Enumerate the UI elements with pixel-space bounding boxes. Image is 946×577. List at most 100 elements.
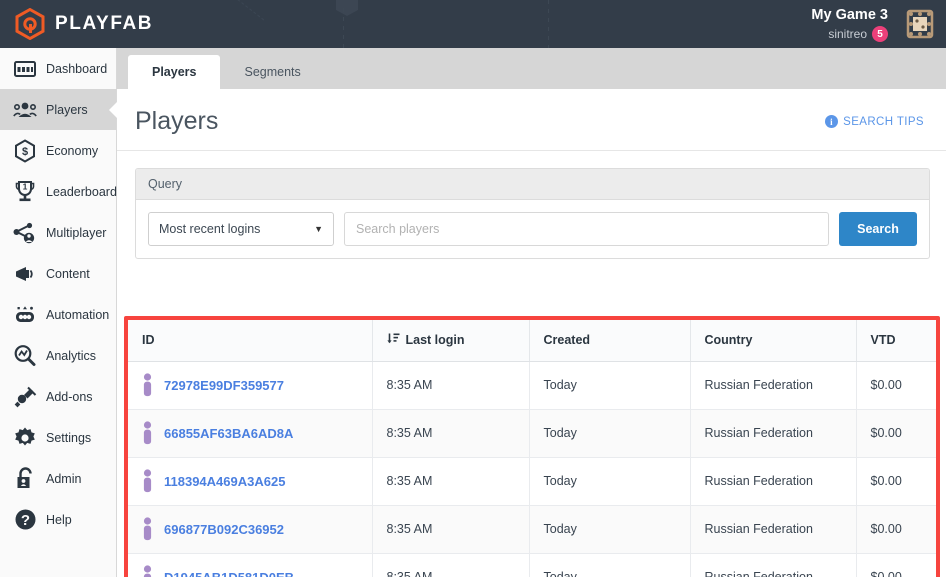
cell-created: Today bbox=[529, 505, 691, 554]
playfab-logo[interactable]: PLAYFAB bbox=[14, 7, 153, 41]
cell-id: 696877B092C36952 bbox=[128, 505, 373, 554]
analytics-icon bbox=[13, 344, 37, 368]
sidebar-label: Analytics bbox=[46, 348, 97, 363]
playfab-hexagon-icon bbox=[14, 7, 46, 41]
search-button[interactable]: Search bbox=[839, 212, 917, 246]
player-avatar-icon bbox=[142, 469, 153, 493]
page-header: Players i SEARCH TIPS bbox=[117, 89, 946, 151]
chevron-down-icon: ▼ bbox=[314, 224, 323, 234]
cell-country: Russian Federation bbox=[690, 457, 857, 506]
sidebar-label: Help bbox=[46, 512, 72, 527]
user-avatar-icon[interactable] bbox=[904, 9, 936, 39]
sidebar-item-settings[interactable]: Settings bbox=[0, 417, 116, 458]
addons-icon bbox=[13, 385, 37, 409]
sidebar-item-help[interactable]: ? Help bbox=[0, 499, 116, 540]
sidebar-item-addons[interactable]: Add-ons bbox=[0, 376, 116, 417]
players-table-body: 72978E99DF359577 8:35 AM Today Russian F… bbox=[128, 361, 936, 577]
cell-country: Russian Federation bbox=[690, 409, 857, 458]
cell-country: Russian Federation bbox=[690, 553, 857, 577]
cell-id: 66855AF63BA6AD8A bbox=[128, 409, 373, 458]
cell-id: 118394A469A3A625 bbox=[128, 457, 373, 506]
column-header-label: ID bbox=[142, 333, 155, 348]
notification-badge[interactable]: 5 bbox=[872, 26, 888, 42]
svg-text:?: ? bbox=[20, 512, 29, 529]
column-header-label: Country bbox=[704, 333, 753, 348]
table-row[interactable]: D1945AB1D581D0EB 8:35 AM Today Russian F… bbox=[128, 553, 936, 577]
search-input[interactable] bbox=[344, 212, 829, 246]
player-id-link[interactable]: 66855AF63BA6AD8A bbox=[164, 426, 293, 441]
column-header-vtd[interactable]: VTD bbox=[856, 320, 936, 362]
svg-text:1: 1 bbox=[23, 181, 28, 191]
sidebar-label: Leaderboards bbox=[46, 184, 124, 199]
playfab-app: PLAYFAB My Game 3 sinitreo 5 Dashboard P… bbox=[0, 0, 946, 577]
main-content: Players Segments Players i SEARCH TIPS Q… bbox=[117, 48, 946, 577]
sidebar-item-automation[interactable]: Automation bbox=[0, 294, 116, 335]
column-header-country[interactable]: Country bbox=[690, 320, 857, 362]
header-decoration-dashline-2 bbox=[548, 0, 549, 48]
column-header-last-login[interactable]: Last login bbox=[372, 320, 530, 362]
table-row[interactable]: 118394A469A3A625 8:35 AM Today Russian F… bbox=[128, 457, 936, 506]
sidebar-label: Multiplayer bbox=[46, 225, 107, 240]
players-table: ID Last login Created Country VTD 72978E… bbox=[128, 320, 936, 577]
header-decoration-hexagon bbox=[336, 0, 358, 16]
game-title: My Game 3 bbox=[811, 7, 888, 23]
player-avatar-icon bbox=[142, 565, 153, 577]
sidebar-item-leaderboards[interactable]: 1 Leaderboards bbox=[0, 171, 123, 212]
content-icon bbox=[13, 262, 37, 286]
info-icon: i bbox=[825, 115, 839, 128]
player-id-link[interactable]: D1945AB1D581D0EB bbox=[164, 570, 294, 577]
query-type-select[interactable]: Most recent logins ▼ bbox=[148, 212, 334, 246]
account-info[interactable]: My Game 3 sinitreo 5 bbox=[811, 6, 888, 42]
sidebar-label: Content bbox=[46, 266, 90, 281]
cell-last-login: 8:35 AM bbox=[372, 553, 530, 577]
sidebar-label: Automation bbox=[46, 307, 110, 322]
cell-vtd[interactable]: $0.00 bbox=[856, 361, 936, 410]
search-tips-label: SEARCH TIPS bbox=[843, 115, 924, 128]
sidebar-item-multiplayer[interactable]: Multiplayer bbox=[0, 212, 116, 253]
sidebar-label: Settings bbox=[46, 430, 92, 445]
table-row[interactable]: 72978E99DF359577 8:35 AM Today Russian F… bbox=[128, 361, 936, 410]
column-header-id[interactable]: ID bbox=[128, 320, 373, 362]
cell-vtd[interactable]: $0.00 bbox=[856, 457, 936, 506]
cell-vtd[interactable]: $0.00 bbox=[856, 553, 936, 577]
sidebar-item-analytics[interactable]: Analytics bbox=[0, 335, 116, 376]
svg-text:$: $ bbox=[22, 146, 28, 158]
cell-vtd[interactable]: $0.00 bbox=[856, 409, 936, 458]
players-icon bbox=[13, 98, 37, 122]
column-header-created[interactable]: Created bbox=[529, 320, 691, 362]
tab-segments[interactable]: Segments bbox=[220, 55, 324, 89]
search-tips-link[interactable]: i SEARCH TIPS bbox=[825, 115, 924, 128]
sidebar-item-players[interactable]: Players bbox=[0, 89, 116, 130]
query-card-body: Most recent logins ▼ Search bbox=[136, 200, 929, 258]
cell-created: Today bbox=[529, 457, 691, 506]
sidebar-label: Players bbox=[46, 102, 88, 117]
table-row[interactable]: 66855AF63BA6AD8A 8:35 AM Today Russian F… bbox=[128, 409, 936, 458]
leaderboards-icon: 1 bbox=[13, 180, 37, 204]
sidebar-item-content[interactable]: Content bbox=[0, 253, 116, 294]
cell-last-login: 8:35 AM bbox=[372, 409, 530, 458]
cell-created: Today bbox=[529, 553, 691, 577]
query-card: Query Most recent logins ▼ Search bbox=[135, 168, 930, 259]
cell-country: Russian Federation bbox=[690, 361, 857, 410]
player-id-link[interactable]: 696877B092C36952 bbox=[164, 522, 284, 537]
player-avatar-icon bbox=[142, 373, 153, 397]
sidebar-navigation: Dashboard Players $ Economy 1 Leaderboar… bbox=[0, 48, 123, 577]
tab-players[interactable]: Players bbox=[128, 55, 221, 89]
sidebar-item-economy[interactable]: $ Economy bbox=[0, 130, 116, 171]
player-id-link[interactable]: 72978E99DF359577 bbox=[164, 378, 284, 393]
cell-id: 72978E99DF359577 bbox=[128, 361, 373, 410]
cell-id: D1945AB1D581D0EB bbox=[128, 553, 373, 577]
sidebar-item-dashboard[interactable]: Dashboard bbox=[0, 48, 116, 89]
multiplayer-icon bbox=[13, 221, 37, 245]
sidebar-item-admin[interactable]: Admin bbox=[0, 458, 116, 499]
player-id-link[interactable]: 118394A469A3A625 bbox=[164, 474, 285, 489]
table-row[interactable]: 696877B092C36952 8:35 AM Today Russian F… bbox=[128, 505, 936, 554]
cell-country: Russian Federation bbox=[690, 505, 857, 554]
player-avatar-icon bbox=[142, 517, 153, 541]
dashboard-icon bbox=[13, 57, 37, 81]
cell-vtd[interactable]: $0.00 bbox=[856, 505, 936, 554]
help-icon: ? bbox=[13, 508, 37, 532]
username: sinitreo bbox=[828, 27, 867, 41]
sidebar-label: Dashboard bbox=[46, 61, 108, 76]
query-type-select-value: Most recent logins bbox=[159, 222, 261, 236]
